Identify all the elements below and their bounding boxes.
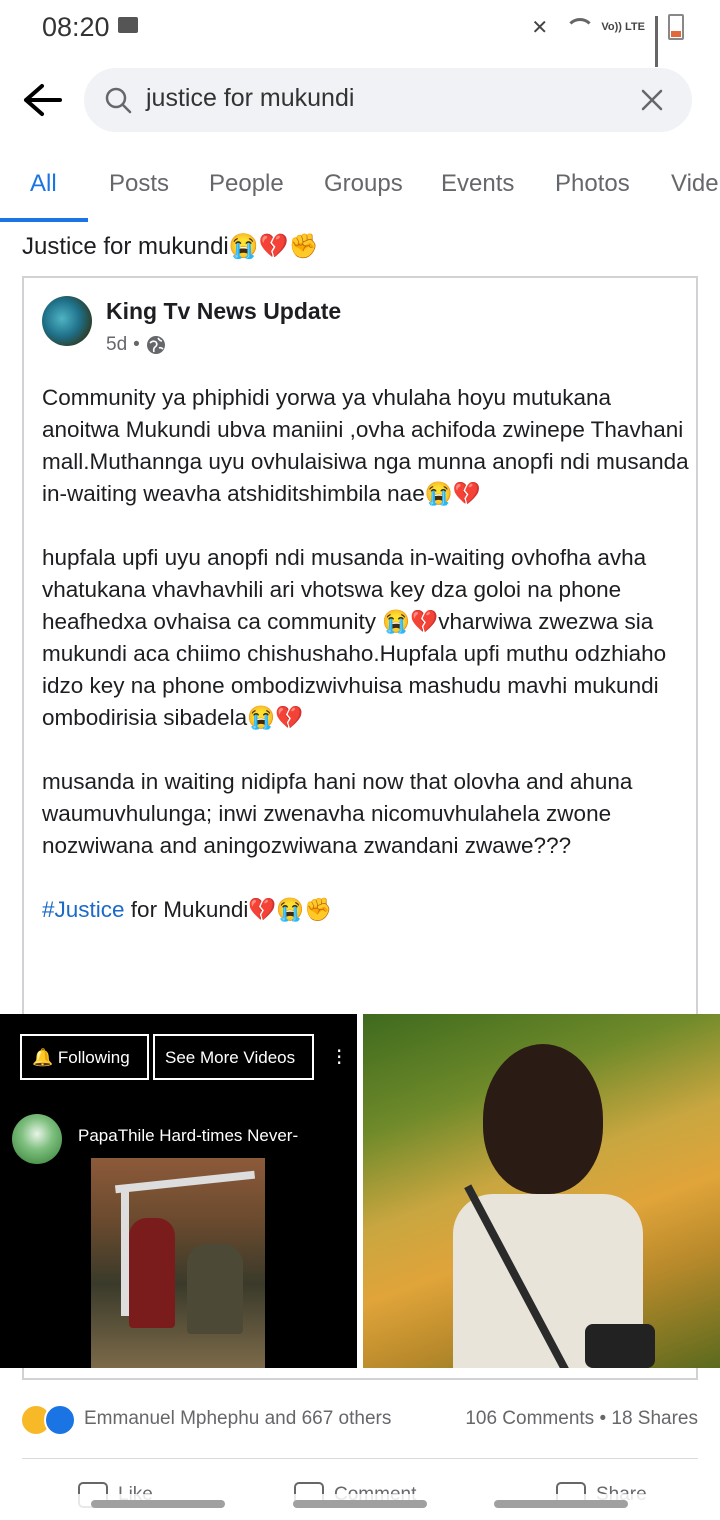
meta-separator: •	[133, 334, 140, 355]
folder-icon	[118, 17, 138, 33]
post-paragraph: Community ya phiphidi yorwa ya vhulaha h…	[42, 385, 689, 506]
tab-people[interactable]: People	[209, 170, 284, 198]
divider	[22, 1458, 698, 1459]
post-image-portrait[interactable]	[363, 1014, 720, 1368]
video-frame	[91, 1158, 265, 1368]
post-image-video-screenshot[interactable]: 🔔 Following See More Videos · · · PapaThil…	[0, 1014, 357, 1368]
channel-name: PapaThile Hard-times Never-	[78, 1126, 299, 1145]
back-arrow-icon[interactable]	[22, 82, 62, 118]
tab-events[interactable]: Events	[441, 170, 514, 198]
photo-camera	[585, 1324, 655, 1368]
post-last-line: #Justice for Mukundi💔😭✊	[42, 894, 692, 926]
search-bar[interactable]: justice for mukundi	[84, 68, 692, 132]
signal-icon	[655, 16, 658, 67]
hashtag-link[interactable]: #Justice	[42, 897, 125, 922]
volte-indicator: Vo)) LTE	[601, 21, 645, 33]
filter-tabs: All Posts People Groups Events Photos Vi…	[0, 160, 720, 222]
nav-handle-left[interactable]	[91, 1500, 225, 1508]
reaction-names[interactable]: Emmanuel Mphephu and 667 others	[84, 1408, 391, 1430]
reactions-row[interactable]: Emmanuel Mphephu and 667 others 106 Comm…	[20, 1402, 700, 1438]
search-icon	[105, 87, 132, 114]
comment-share-counts[interactable]: 106 Comments • 18 Shares	[465, 1408, 698, 1430]
tab-groups[interactable]: Groups	[324, 170, 403, 198]
tab-all[interactable]: All	[30, 170, 57, 198]
avatar[interactable]	[42, 296, 92, 346]
post-paragraph: musanda in waiting nidipfa hani now that…	[42, 769, 633, 858]
mute-icon: ✕	[531, 15, 549, 39]
result-header: Justice for mukundi😭💔✊	[22, 233, 319, 260]
channel-avatar	[12, 1114, 62, 1164]
reaction-icons	[20, 1404, 76, 1436]
globe-icon	[146, 336, 165, 354]
photo-head	[483, 1044, 603, 1194]
nav-handle-right[interactable]	[494, 1500, 628, 1508]
like-reaction-icon	[44, 1404, 76, 1436]
search-input[interactable]: justice for mukundi	[146, 84, 354, 113]
tab-posts[interactable]: Posts	[109, 170, 169, 198]
nav-handle-center[interactable]	[293, 1500, 427, 1508]
close-icon[interactable]	[640, 88, 664, 112]
post-author[interactable]: King Tv News Update	[106, 298, 341, 325]
post-paragraph: hupfala upfi uyu anopfi ndi musanda in-w…	[42, 545, 667, 730]
post-last-line-text: for Mukundi💔😭✊	[124, 897, 333, 922]
post-time[interactable]: 5d	[106, 334, 127, 356]
post-body: Community ya phiphidi yorwa ya vhulaha h…	[42, 382, 692, 926]
status-bar: 08:20 ✕ Vo)) LTE	[0, 0, 720, 67]
status-time: 08:20	[42, 12, 110, 42]
status-icons: ✕ Vo)) LTE	[531, 14, 684, 67]
tab-videos[interactable]: Vide	[671, 170, 719, 198]
battery-icon	[668, 14, 684, 40]
following-button: 🔔 Following	[20, 1034, 149, 1080]
active-tab-indicator	[0, 218, 88, 222]
post-meta: 5d •	[106, 334, 166, 356]
wifi-icon	[565, 16, 591, 38]
see-more-videos-button: See More Videos	[153, 1034, 314, 1080]
tab-photos[interactable]: Photos	[555, 170, 630, 198]
more-options-icon: · · ·	[336, 1039, 343, 1075]
